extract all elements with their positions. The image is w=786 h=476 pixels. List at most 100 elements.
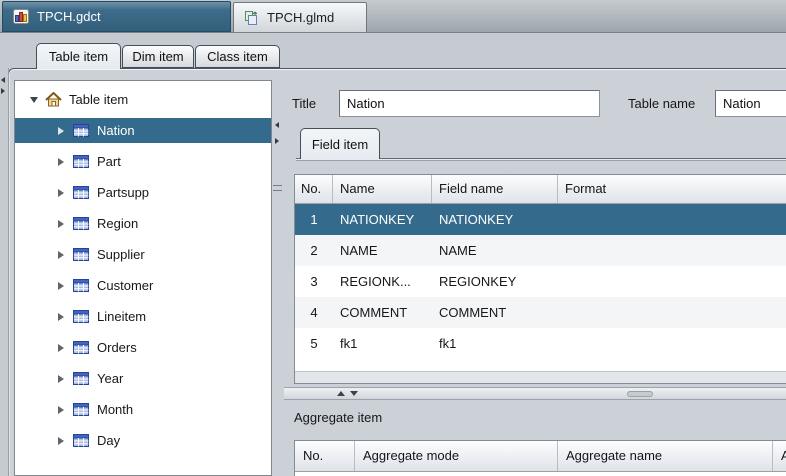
tree-item-partsupp[interactable]: Partsupp: [15, 177, 271, 208]
tab-dim-item[interactable]: Dim item: [122, 45, 194, 68]
tab-field-item[interactable]: Field item: [300, 128, 380, 159]
tree-item-label: Partsupp: [97, 185, 150, 200]
collapse-tree-icon[interactable]: [275, 122, 279, 128]
tree-item-lineitem[interactable]: Lineitem: [15, 301, 271, 332]
tree-item-label: Day: [97, 433, 121, 448]
table-icon: [73, 372, 90, 385]
table-row[interactable]: 4 COMMENT COMMENT: [295, 297, 786, 328]
doc-tab-label: TPCH.glmd: [267, 10, 335, 25]
aggregate-table: No. Aggregate mode Aggregate name Ag: [294, 440, 786, 476]
cell-field-name: COMMENT: [439, 305, 507, 320]
table-icon: [73, 279, 90, 292]
tab-label: Table item: [48, 49, 109, 64]
splitter-up-icon[interactable]: [337, 391, 345, 396]
cell-field-name: REGIONKEY: [439, 274, 517, 289]
tab-class-item[interactable]: Class item: [195, 45, 280, 68]
field-aggregate-splitter[interactable]: [284, 387, 786, 400]
column-header-aggregate-name[interactable]: Aggregate name: [558, 441, 773, 471]
tree-root-label: Table item: [69, 92, 129, 107]
title-input[interactable]: [339, 90, 600, 117]
column-header-aggregate-mode[interactable]: Aggregate mode: [355, 441, 558, 471]
expander-expanded-icon[interactable]: [30, 96, 45, 103]
table-icon: [73, 310, 90, 323]
tree-root-table-item[interactable]: Table item: [15, 84, 271, 115]
expander-collapsed-icon[interactable]: [58, 281, 73, 290]
splitter-grip[interactable]: [273, 185, 282, 191]
tree-item-label: Customer: [97, 278, 154, 293]
table-row[interactable]: 2 NAME NAME: [295, 235, 786, 266]
doc-tab-gdct[interactable]: TPCH.gdct: [2, 1, 231, 32]
expander-collapsed-icon[interactable]: [58, 405, 73, 414]
expander-collapsed-icon[interactable]: [58, 312, 73, 321]
tab-label: Field item: [311, 136, 369, 152]
tab-table-item[interactable]: Table item: [36, 43, 121, 69]
cell-name: REGIONK...: [340, 274, 411, 289]
table-icon: [73, 403, 90, 416]
cell-name: NAME: [340, 243, 378, 258]
column-header-format[interactable]: Format: [558, 175, 786, 203]
expander-collapsed-icon[interactable]: [58, 157, 73, 166]
column-header-field-name[interactable]: Field name: [432, 175, 558, 203]
table-icon: [73, 434, 90, 447]
expander-collapsed-icon[interactable]: [58, 219, 73, 228]
cell-name: fk1: [340, 336, 358, 351]
tree-item-year[interactable]: Year: [15, 363, 271, 394]
tab-label: Class item: [207, 49, 268, 64]
tree-item-orders[interactable]: Orders: [15, 332, 271, 363]
table-icon: [73, 217, 90, 230]
column-header-no[interactable]: No.: [295, 441, 355, 471]
expand-tree-icon[interactable]: [275, 138, 279, 144]
tree-item-nation[interactable]: Nation: [15, 115, 271, 146]
tree-item-part[interactable]: Part: [15, 146, 271, 177]
aggregate-section-label: Aggregate item: [294, 410, 383, 425]
application-window: TPCH.gdct TPCH.glmd Table item Dim item …: [0, 0, 786, 476]
doc-tab-glmd[interactable]: TPCH.glmd: [233, 2, 367, 32]
tree-item-region[interactable]: Region: [15, 208, 271, 239]
expander-collapsed-icon[interactable]: [58, 436, 73, 445]
expander-collapsed-icon[interactable]: [58, 126, 73, 135]
cell-no: 5: [310, 336, 318, 351]
tree-item-month[interactable]: Month: [15, 394, 271, 425]
expander-collapsed-icon[interactable]: [58, 250, 73, 259]
splitter-down-icon[interactable]: [350, 391, 358, 396]
table-icon: [73, 186, 90, 199]
table-row[interactable]: 1 NATIONKEY NATIONKEY: [295, 204, 786, 235]
aggregate-table-header: No. Aggregate mode Aggregate name Ag: [295, 441, 786, 472]
tree-item-label: Nation: [97, 123, 135, 138]
cell-field-name: NAME: [439, 243, 477, 258]
table-icon: [73, 248, 90, 261]
table-row[interactable]: 3 REGIONK... REGIONKEY: [295, 266, 786, 297]
column-header-name[interactable]: Name: [333, 175, 432, 203]
column-header-aggregate-truncated[interactable]: Ag: [773, 441, 786, 471]
field-table-header: No. Name Field name Format: [295, 175, 786, 204]
cell-no: 1: [310, 212, 318, 227]
table-empty-area: [295, 359, 786, 371]
cell-name: COMMENT: [340, 305, 408, 320]
table-name-input[interactable]: [715, 90, 786, 117]
tree-item-customer[interactable]: Customer: [15, 270, 271, 301]
table-row[interactable]: 5 fk1 fk1: [295, 328, 786, 359]
tree-item-day[interactable]: Day: [15, 425, 271, 456]
tree-item-label: Month: [97, 402, 134, 417]
table-tree: Table item Nation Part Partsupp Region S…: [14, 80, 272, 476]
doc-tab-label: TPCH.gdct: [37, 9, 101, 24]
expand-right-icon[interactable]: [1, 88, 5, 94]
horizontal-scrollbar-track[interactable]: [295, 371, 786, 383]
tree-detail-splitter[interactable]: [272, 80, 284, 476]
expander-collapsed-icon[interactable]: [58, 374, 73, 383]
left-collapse-splitter[interactable]: [0, 68, 9, 476]
tree-item-label: Year: [97, 371, 124, 386]
table-icon: [73, 341, 90, 354]
splitter-grip[interactable]: [627, 391, 653, 397]
cell-field-name: NATIONKEY: [439, 212, 514, 227]
home-icon: [45, 92, 62, 107]
tree-item-label: Part: [97, 154, 121, 169]
expander-collapsed-icon[interactable]: [58, 343, 73, 352]
tree-item-label: Supplier: [97, 247, 145, 262]
expander-collapsed-icon[interactable]: [58, 188, 73, 197]
table-name-label: Table name: [628, 96, 696, 111]
collapse-left-icon[interactable]: [1, 77, 5, 83]
column-header-no[interactable]: No.: [295, 175, 333, 203]
tree-item-supplier[interactable]: Supplier: [15, 239, 271, 270]
tree-item-label: Lineitem: [97, 309, 147, 324]
